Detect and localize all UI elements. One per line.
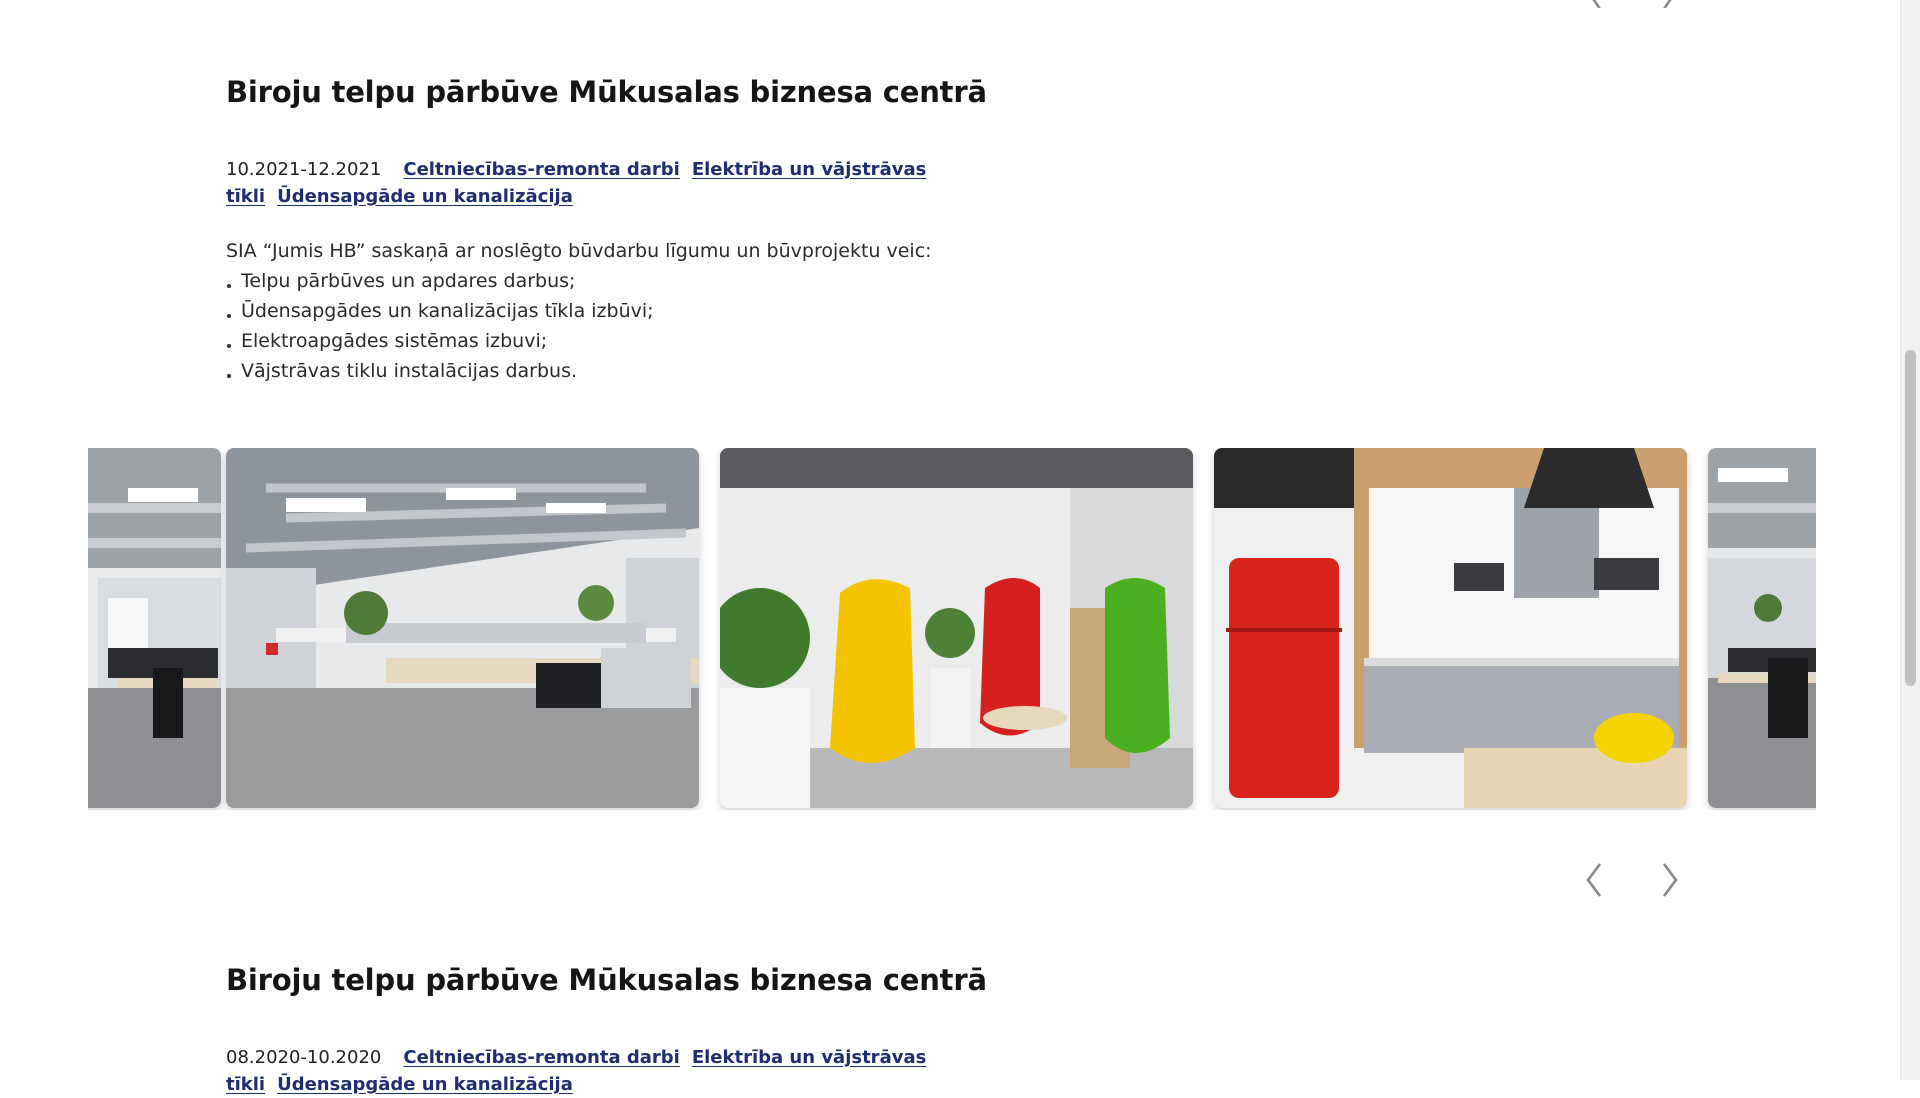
project-date: 10.2021-12.2021 [226, 159, 382, 180]
project-entry: Biroju telpu pārbūve Mūkusalas biznesa c… [226, 962, 1626, 1098]
chevron-pair-icon [1592, 0, 1672, 13]
list-item: Telpu pārbūves un apdares darbus; [226, 266, 1626, 296]
carousel-slide[interactable] [720, 448, 1193, 808]
tag-link-construction[interactable]: Celtniecības-remonta darbi [403, 1047, 679, 1068]
carousel-slide[interactable] [226, 448, 699, 808]
office-photo-image [1708, 448, 1816, 808]
tag-link-water[interactable]: Ūdensapgāde un kanalizācija [277, 1074, 573, 1095]
project-date: 08.2020-10.2020 [226, 1047, 382, 1068]
chevron-left-icon [1586, 863, 1602, 897]
carousel-next-button[interactable] [1652, 860, 1688, 900]
list-item: Elektroapgādes sistēmas izbuvi; [226, 326, 1626, 356]
tag-link-construction[interactable]: Celtniecības-remonta darbi [403, 159, 679, 180]
project-meta: 08.2020-10.2020 Celtniecības-remonta darb… [226, 1044, 966, 1098]
kitchen-photo-image [1214, 448, 1687, 808]
carousel-slide[interactable] [1708, 448, 1816, 808]
office-photo-image [88, 448, 221, 808]
description-intro: SIA “Jumis HB” saskaņā ar noslēgto būvda… [226, 240, 932, 262]
previous-carousel-arrows [1580, 0, 1680, 13]
lounge-photo-image [720, 448, 1193, 808]
work-list: Telpu pārbūves un apdares darbus; Ūdensa… [226, 266, 1626, 386]
project-entry: Biroju telpu pārbūve Mūkusalas biznesa c… [226, 74, 1626, 386]
carousel-slide[interactable] [1214, 448, 1687, 808]
page-scrollbar[interactable] [1900, 0, 1920, 1080]
tag-link-water[interactable]: Ūdensapgāde un kanalizācija [277, 186, 573, 207]
list-item: Vājstrāvas tiklu instalācijas darbus. [226, 356, 1626, 386]
project-description: SIA “Jumis HB” saskaņā ar noslēgto būvda… [226, 236, 1626, 386]
project-title: Biroju telpu pārbūve Mūkusalas biznesa c… [226, 963, 987, 997]
office-photo-image [226, 448, 699, 808]
scrollbar-thumb[interactable] [1905, 350, 1916, 686]
carousel-prev-button[interactable] [1576, 860, 1612, 900]
image-carousel[interactable] [88, 448, 1816, 810]
chevron-right-icon [1662, 863, 1678, 897]
carousel-slide[interactable] [88, 448, 221, 808]
list-item: Ūdensapgādes un kanalizācijas tīkla izbū… [226, 296, 1626, 326]
project-title: Biroju telpu pārbūve Mūkusalas biznesa c… [226, 75, 987, 109]
project-meta: 10.2021-12.2021 Celtniecības-remonta darb… [226, 156, 946, 210]
